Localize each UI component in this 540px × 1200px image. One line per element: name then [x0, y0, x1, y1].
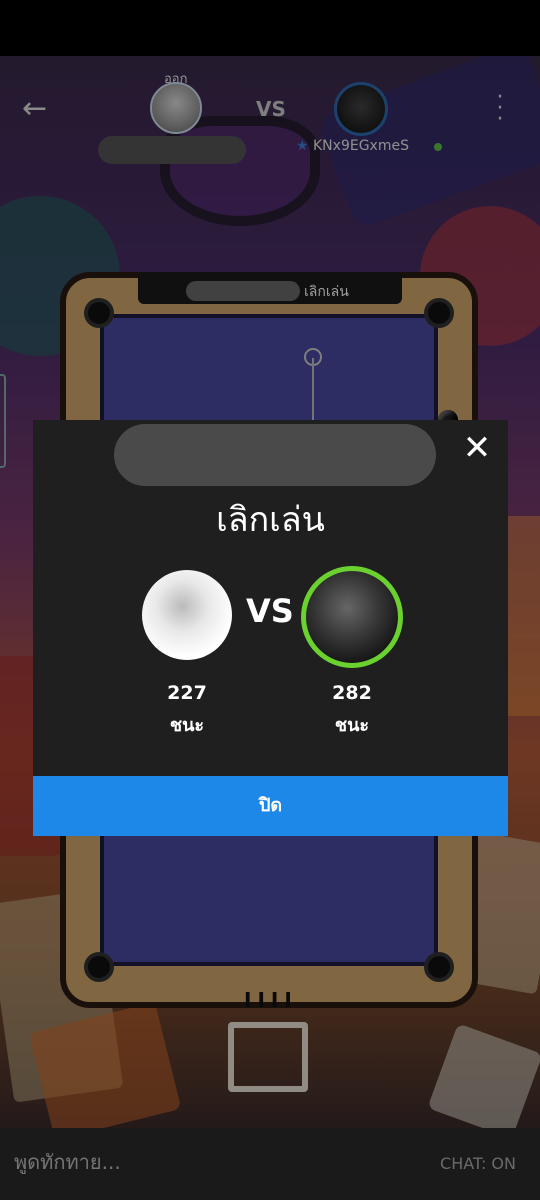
modal-heading: เลิกเล่น [216, 500, 325, 540]
game-result-modal: ✕ เลิกเล่น VS 227 282 ชนะ ชนะ ปิด [33, 420, 508, 836]
status-bar [0, 0, 540, 56]
close-button[interactable]: ปิด [33, 776, 508, 836]
chat-bar: CHAT: ON [0, 1128, 540, 1200]
player2-result-avatar [301, 566, 403, 668]
modal-vs-label: VS [246, 592, 294, 630]
player1-result-avatar [142, 570, 232, 660]
close-icon[interactable]: ✕ [461, 431, 493, 465]
modal-title-redacted [114, 424, 436, 486]
player2-wins-label: ชนะ [334, 715, 370, 736]
player2-score: 282 [332, 682, 372, 704]
chat-input[interactable] [14, 1150, 394, 1174]
chat-toggle[interactable]: CHAT: ON [440, 1154, 516, 1173]
player1-wins-label: ชนะ [169, 715, 205, 736]
player1-score: 227 [167, 682, 207, 704]
game-screen: เลิกเล่น IIII ← ออก VS ★ KNx9EGxmeS · · · … [0, 0, 540, 1200]
